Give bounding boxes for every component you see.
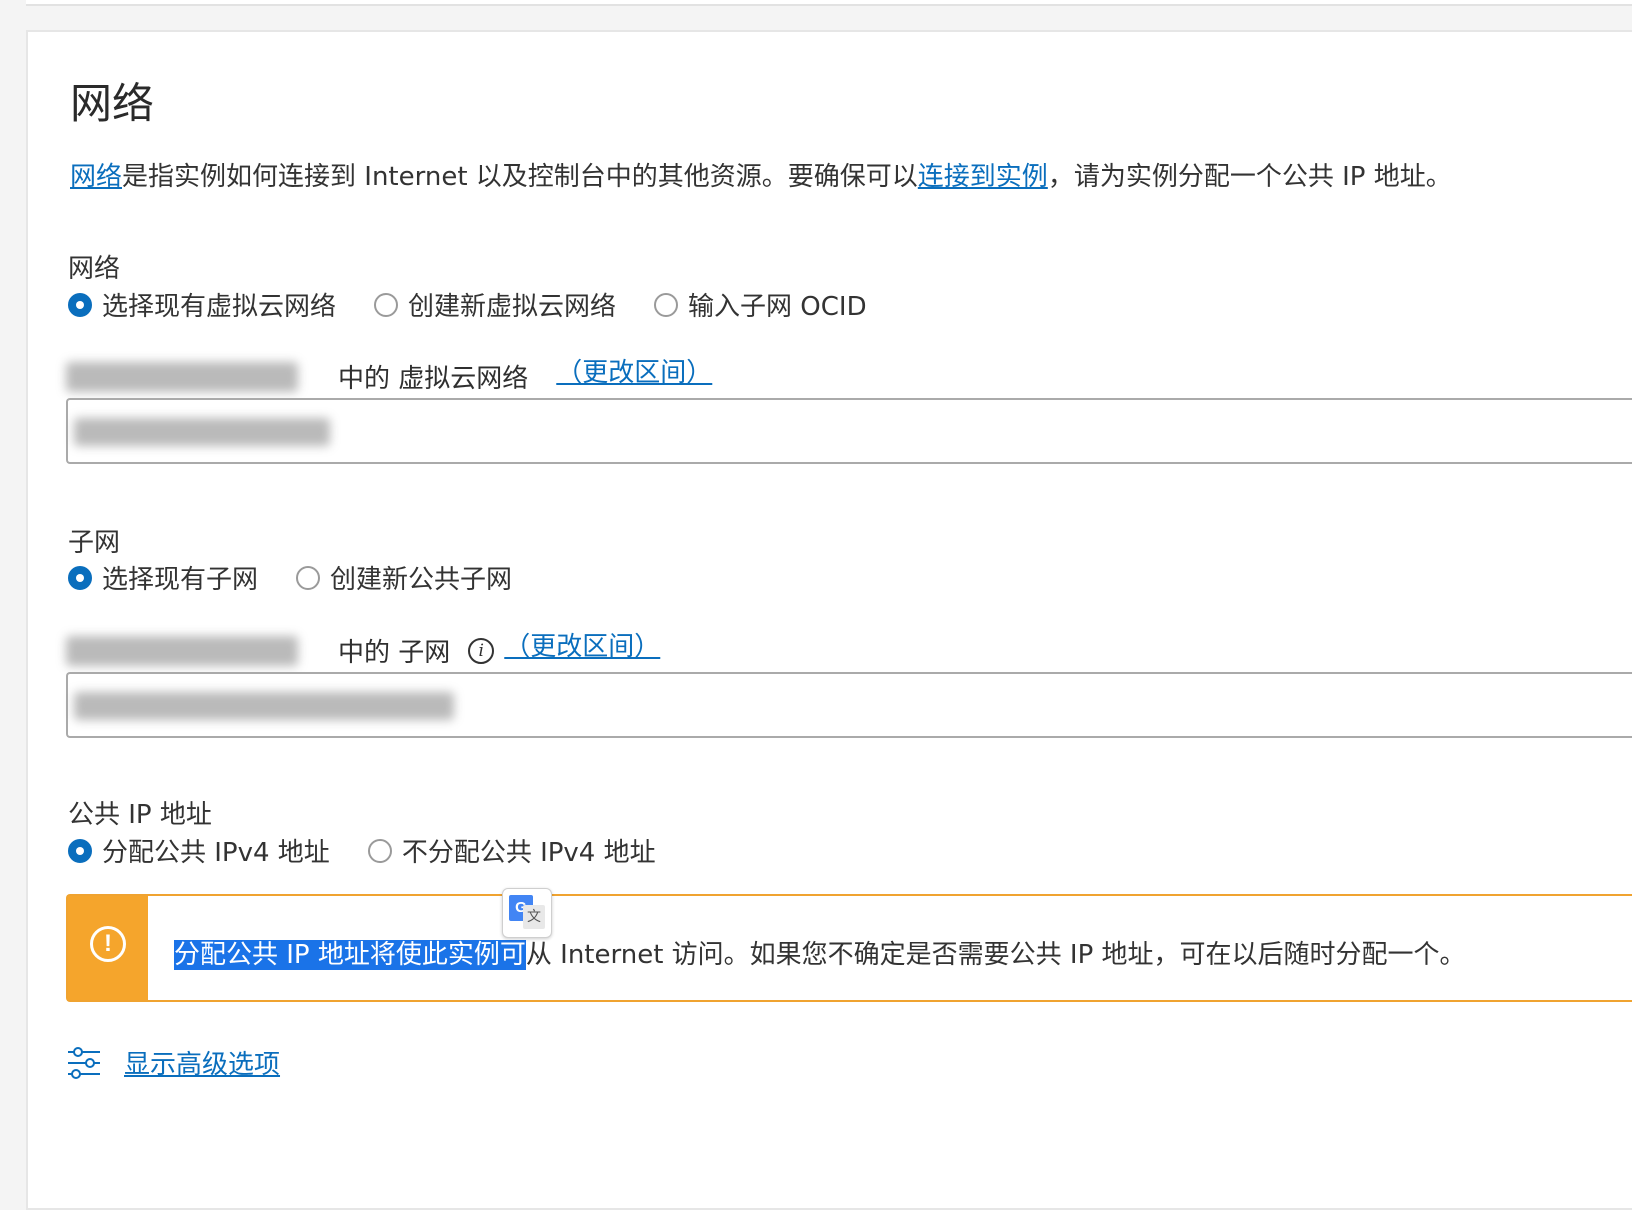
vcn-select[interactable] xyxy=(66,398,1632,464)
intro-text-1: 是指实例如何连接到 Internet 以及控制台中的其他资源。要确保可以 xyxy=(122,162,918,192)
show-advanced-options-link[interactable]: 显示高级选项 xyxy=(124,1044,280,1081)
exclamation-circle-icon: ! xyxy=(90,926,126,962)
network-label: 网络 xyxy=(68,254,121,284)
subnet-radio-group: 选择现有子网 创建新公共子网 xyxy=(68,559,550,596)
radio-circle[interactable] xyxy=(367,838,392,863)
radio-circle[interactable] xyxy=(296,565,321,590)
radio-new-public-subnet[interactable]: 创建新公共子网 xyxy=(296,559,512,596)
intro-text-2: ，请为实例分配一个公共 IP 地址。 xyxy=(1047,162,1452,192)
radio-circle[interactable] xyxy=(374,292,399,317)
redacted-subnet-value xyxy=(74,692,454,720)
radio-existing-vcn[interactable]: 选择现有虚拟云网络 xyxy=(68,286,336,323)
subnet-scope-label: 中的 子网 xyxy=(338,638,451,668)
top-strip xyxy=(26,0,1632,6)
radio-subnet-ocid[interactable]: 输入子网 OCID xyxy=(654,286,867,323)
page-title: 网络 xyxy=(70,79,155,128)
radio-circle[interactable] xyxy=(654,292,679,317)
show-advanced-options[interactable]: 显示高级选项 xyxy=(66,1044,280,1081)
radio-new-vcn[interactable]: 创建新虚拟云网络 xyxy=(374,286,616,323)
subnet-label: 子网 xyxy=(68,528,121,558)
public-ip-label: 公共 IP 地址 xyxy=(68,800,212,830)
warning-text: 分配公共 IP 地址将使此实例可从 Internet 访问。如果您不确定是否需要… xyxy=(174,934,1466,971)
warning-stripe: ! xyxy=(68,896,148,1000)
subnet-select[interactable] xyxy=(66,672,1632,738)
public-ip-radio-group: 分配公共 IPv4 地址 不分配公共 IPv4 地址 xyxy=(68,832,694,869)
redacted-compartment xyxy=(66,361,298,392)
sliders-icon xyxy=(68,1046,100,1079)
vcn-compartment-row: 中的 虚拟云网络 （更改区间） xyxy=(66,358,712,395)
radio-label: 选择现有虚拟云网络 xyxy=(102,292,337,322)
network-doc-link[interactable]: 网络 xyxy=(70,162,122,192)
subnet-change-compartment-link[interactable]: （更改区间） xyxy=(504,626,660,663)
radio-label: 创建新公共子网 xyxy=(330,565,513,595)
radio-label: 输入子网 OCID xyxy=(688,292,867,322)
connect-instance-link[interactable]: 连接到实例 xyxy=(918,162,1048,192)
vcn-change-compartment-link[interactable]: （更改区间） xyxy=(556,352,712,389)
info-icon[interactable]: i xyxy=(468,637,495,664)
warning-text-rest: 从 Internet 访问。如果您不确定是否需要公共 IP 地址，可在以后随时分… xyxy=(525,940,1466,970)
network-radio-group: 选择现有虚拟云网络 创建新虚拟云网络 输入子网 OCID xyxy=(68,286,905,323)
vcn-scope-label: 中的 虚拟云网络 xyxy=(338,364,529,394)
radio-label: 选择现有子网 xyxy=(102,565,259,595)
translate-icon[interactable]: G 文 xyxy=(502,888,552,938)
radio-no-public-ipv4[interactable]: 不分配公共 IPv4 地址 xyxy=(367,832,656,869)
redacted-vcn-value xyxy=(74,418,330,446)
redacted-compartment xyxy=(66,635,298,666)
selected-text: 分配公共 IP 地址将使此实例可 xyxy=(174,940,526,970)
translate-wen-glyph: 文 xyxy=(523,905,545,929)
intro-paragraph: 网络是指实例如何连接到 Internet 以及控制台中的其他资源。要确保可以连接… xyxy=(70,156,1452,193)
radio-label: 不分配公共 IPv4 地址 xyxy=(401,838,656,868)
radio-circle-selected[interactable] xyxy=(68,292,92,317)
radio-circle-selected[interactable] xyxy=(68,565,92,590)
radio-existing-subnet[interactable]: 选择现有子网 xyxy=(68,559,258,596)
radio-circle-selected[interactable] xyxy=(68,838,92,863)
subnet-compartment-row: 中的 子网 i （更改区间） xyxy=(66,632,660,669)
network-panel: 网络 网络是指实例如何连接到 Internet 以及控制台中的其他资源。要确保可… xyxy=(26,30,1632,1210)
radio-label: 创建新虚拟云网络 xyxy=(408,292,617,322)
public-ip-warning: ! 分配公共 IP 地址将使此实例可从 Internet 访问。如果您不确定是否… xyxy=(66,894,1632,1002)
radio-label: 分配公共 IPv4 地址 xyxy=(102,838,330,868)
radio-assign-public-ipv4[interactable]: 分配公共 IPv4 地址 xyxy=(68,832,330,869)
